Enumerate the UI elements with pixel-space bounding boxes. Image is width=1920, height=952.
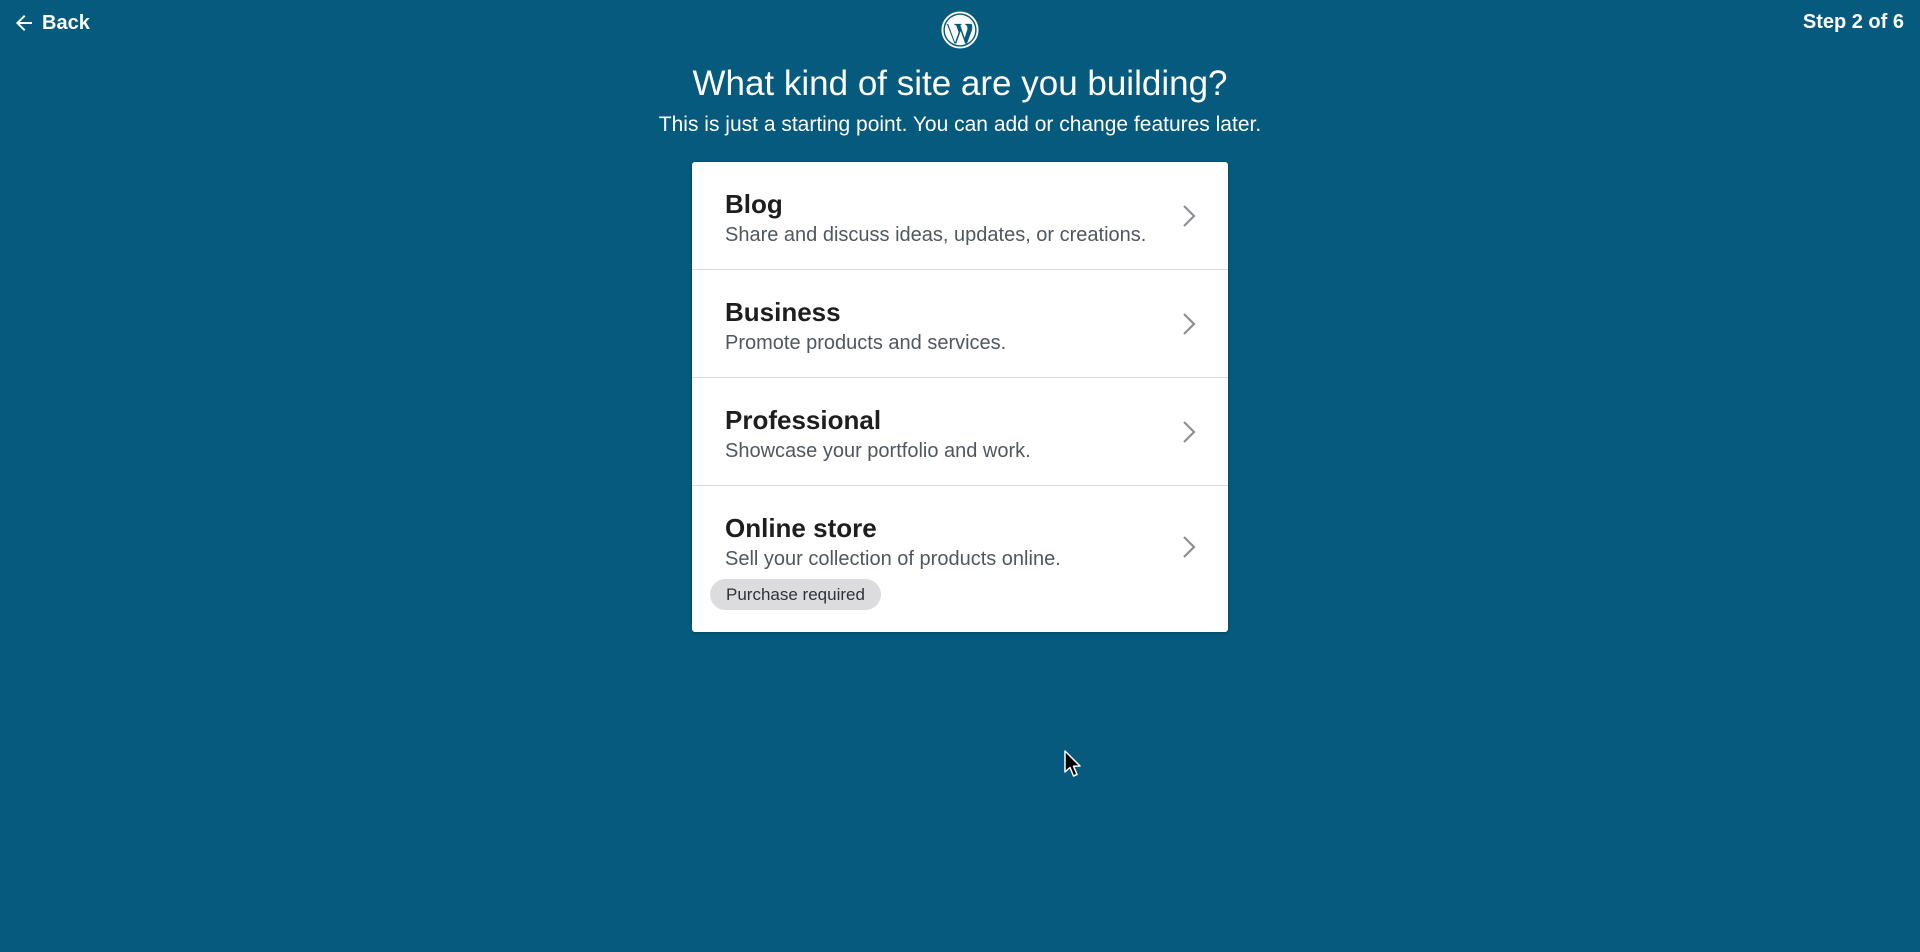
step-indicator: Step 2 of 6 — [1802, 11, 1904, 33]
option-title: Online store — [725, 513, 877, 543]
chevron-right-icon — [1183, 421, 1196, 443]
chevron-right-icon — [1183, 205, 1196, 227]
arrow-left-icon — [16, 15, 32, 31]
option-description: Promote products and services. — [725, 332, 1007, 354]
back-label: Back — [42, 11, 90, 34]
option-title: Professional — [725, 405, 882, 435]
page-title: What kind of site are you building? — [692, 64, 1228, 103]
wordpress-logo-icon — [941, 11, 979, 49]
purchase-required-badge: Purchase required — [710, 579, 881, 610]
site-type-list: Blog Share and discuss ideas, updates, o… — [692, 162, 1228, 632]
site-type-option-blog[interactable]: Blog Share and discuss ideas, updates, o… — [692, 162, 1228, 270]
option-description: Showcase your portfolio and work. — [725, 440, 1031, 462]
page-subtitle: This is just a starting point. You can a… — [658, 113, 1262, 136]
site-type-option-online-store[interactable]: Online store Sell your collection of pro… — [692, 486, 1228, 632]
chevron-right-icon — [1183, 536, 1196, 558]
signup-page: Back Step 2 of 6 What kind of site are y… — [0, 0, 1920, 952]
site-type-option-professional[interactable]: Professional Showcase your portfolio and… — [692, 378, 1228, 486]
option-title: Business — [725, 297, 841, 327]
back-button[interactable]: Back — [12, 10, 90, 36]
mouse-cursor-icon — [1064, 750, 1081, 777]
site-type-option-business[interactable]: Business Promote products and services. — [692, 270, 1228, 378]
option-description: Sell your collection of products online. — [725, 548, 1061, 570]
option-description: Share and discuss ideas, updates, or cre… — [725, 224, 1147, 246]
option-title: Blog — [725, 189, 783, 219]
chevron-right-icon — [1183, 313, 1196, 335]
